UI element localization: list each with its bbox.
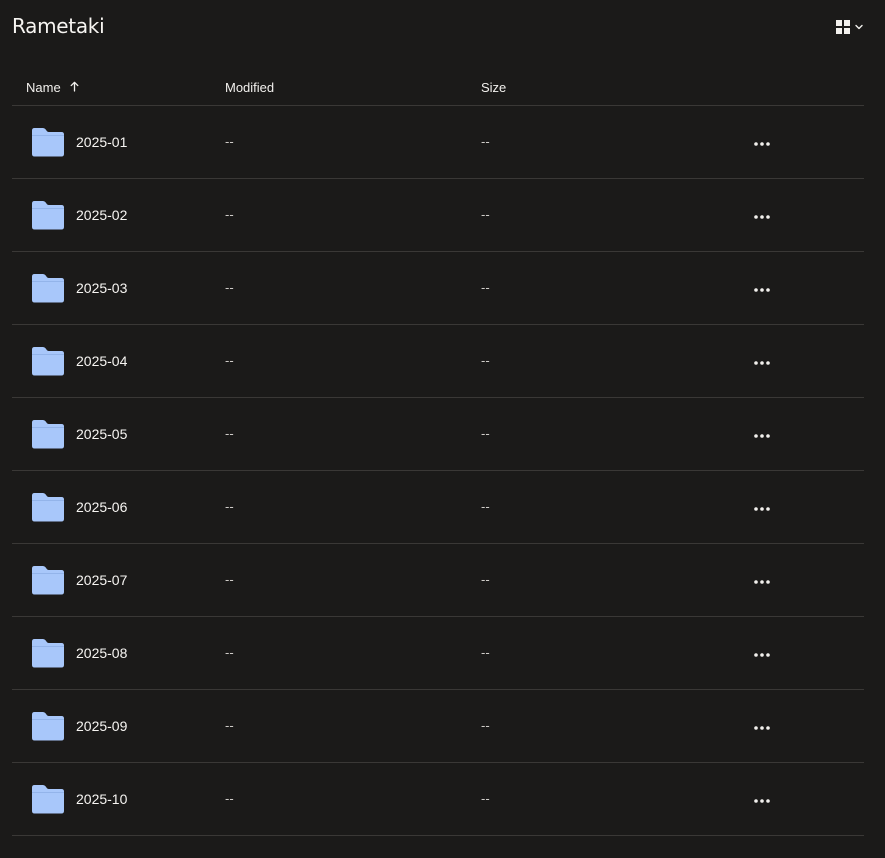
row-modified: -- [225,645,234,660]
row-modified: -- [225,353,234,368]
row-modified: -- [225,499,234,514]
table-row[interactable]: 2025-09 -- -- [12,690,864,763]
folder-icon [31,127,65,157]
row-modified: -- [225,791,234,806]
more-options-button[interactable] [750,787,774,811]
table-body: 2025-01 -- -- 2025-02 -- -- 2025-03 -- -- 2025-04… [12,106,864,836]
view-toggle-button[interactable] [832,16,864,38]
column-header-name[interactable]: Name [26,80,79,96]
row-name[interactable]: 2025-02 [76,206,127,224]
more-options-button[interactable] [750,422,774,446]
folder-icon [31,711,65,741]
more-options-button[interactable] [750,641,774,665]
more-horizontal-icon [754,425,770,443]
more-options-button[interactable] [750,203,774,227]
row-name[interactable]: 2025-03 [76,279,127,297]
row-size: -- [481,499,490,514]
row-name[interactable]: 2025-07 [76,571,127,589]
more-horizontal-icon [754,571,770,589]
row-size: -- [481,645,490,660]
more-options-button[interactable] [750,276,774,300]
column-header-size[interactable]: Size [481,80,506,96]
more-horizontal-icon [754,133,770,151]
row-size: -- [481,426,490,441]
row-name[interactable]: 2025-05 [76,425,127,443]
row-name[interactable]: 2025-08 [76,644,127,662]
file-browser-page: Rametaki Name Modified Size 2025-01 -- -… [0,0,885,858]
row-modified: -- [225,426,234,441]
row-name[interactable]: 2025-10 [76,790,127,808]
folder-icon [31,565,65,595]
folder-icon [31,273,65,303]
file-table: Name Modified Size 2025-01 -- -- 2025-02 -- -… [12,70,864,836]
more-horizontal-icon [754,790,770,808]
column-header-name-label: Name [26,80,61,95]
row-size: -- [481,572,490,587]
more-options-button[interactable] [750,349,774,373]
header: Rametaki [12,12,864,40]
row-size: -- [481,207,490,222]
row-modified: -- [225,207,234,222]
column-header-modified[interactable]: Modified [225,80,274,96]
row-name[interactable]: 2025-04 [76,352,127,370]
row-modified: -- [225,718,234,733]
more-options-button[interactable] [750,495,774,519]
folder-icon [31,784,65,814]
row-modified: -- [225,280,234,295]
table-row[interactable]: 2025-03 -- -- [12,252,864,325]
row-size: -- [481,791,490,806]
table-row[interactable]: 2025-10 -- -- [12,763,864,836]
more-horizontal-icon [754,644,770,662]
row-name[interactable]: 2025-01 [76,133,127,151]
more-horizontal-icon [754,498,770,516]
folder-icon [31,638,65,668]
row-size: -- [481,134,490,149]
table-row[interactable]: 2025-05 -- -- [12,398,864,471]
row-name[interactable]: 2025-06 [76,498,127,516]
row-size: -- [481,718,490,733]
grid-icon [836,20,850,34]
table-row[interactable]: 2025-02 -- -- [12,179,864,252]
row-modified: -- [225,134,234,149]
table-row[interactable]: 2025-08 -- -- [12,617,864,690]
table-row[interactable]: 2025-04 -- -- [12,325,864,398]
row-size: -- [481,353,490,368]
table-row[interactable]: 2025-01 -- -- [12,106,864,179]
more-horizontal-icon [754,717,770,735]
more-options-button[interactable] [750,130,774,154]
more-horizontal-icon [754,279,770,297]
folder-icon [31,419,65,449]
row-modified: -- [225,572,234,587]
folder-icon [31,346,65,376]
table-header: Name Modified Size [12,70,864,106]
more-options-button[interactable] [750,568,774,592]
chevron-down-icon [854,22,864,32]
page-title: Rametaki [12,14,105,38]
folder-icon [31,492,65,522]
more-horizontal-icon [754,206,770,224]
more-horizontal-icon [754,352,770,370]
folder-icon [31,200,65,230]
row-size: -- [481,280,490,295]
arrow-up-icon [61,80,79,96]
more-options-button[interactable] [750,714,774,738]
row-name[interactable]: 2025-09 [76,717,127,735]
table-row[interactable]: 2025-06 -- -- [12,471,864,544]
table-row[interactable]: 2025-07 -- -- [12,544,864,617]
